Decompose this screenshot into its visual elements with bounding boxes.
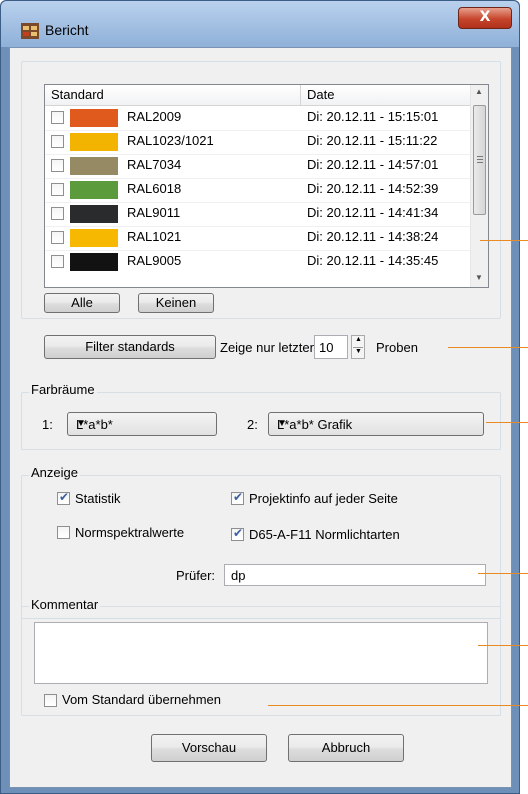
callout-line-vom-standard: [268, 705, 528, 706]
display-title: Anzeige: [29, 465, 80, 480]
list-item[interactable]: RAL6018 Di: 20.12.11 - 14:52:39: [45, 178, 473, 203]
standard-date: Di: 20.12.11 - 14:38:24: [307, 229, 439, 244]
projektinfo-checkbox[interactable]: [231, 490, 244, 505]
color-swatch: [70, 109, 118, 127]
color-swatch: [70, 253, 118, 271]
spin-up-icon[interactable]: ▲: [355, 336, 362, 343]
list-item[interactable]: RAL7034 Di: 20.12.11 - 14:57:01: [45, 154, 473, 179]
d65-label[interactable]: D65-A-F11 Normlichtarten: [249, 527, 400, 542]
select-all-button[interactable]: Alle: [44, 293, 120, 313]
row-checkbox[interactable]: [51, 135, 64, 148]
d65-checkbox[interactable]: [231, 526, 244, 541]
dialog-client-area: Standard Date RAL2009 Di: 20.12.11 - 15:1…: [9, 47, 512, 788]
preview-button[interactable]: Vorschau: [151, 734, 267, 762]
standards-list[interactable]: Standard Date RAL2009 Di: 20.12.11 - 15:1…: [44, 84, 489, 288]
dialog-window: Bericht X Standard Date RAL2009 Di: 20.12…: [0, 0, 520, 794]
standard-name: RAL9011: [127, 205, 181, 220]
list-item[interactable]: RAL1023/1021 Di: 20.12.11 - 15:11:22: [45, 130, 473, 155]
list-scrollbar[interactable]: ▲ ▼: [470, 85, 488, 287]
row-checkbox[interactable]: [51, 207, 64, 220]
filter-prefix-label: Zeige nur letzten: [220, 340, 317, 355]
pruefer-label: Prüfer:: [176, 568, 216, 583]
filter-suffix-label: Proben: [376, 340, 418, 355]
color-swatch: [70, 229, 118, 247]
standard-name: RAL2009: [127, 109, 182, 124]
standard-name: RAL9005: [127, 253, 182, 268]
standard-date: Di: 20.12.11 - 15:15:01: [307, 109, 439, 124]
callout-line-color-spaces: [486, 422, 528, 423]
standard-date: Di: 20.12.11 - 15:11:22: [307, 133, 438, 148]
vom-standard-checkbox[interactable]: [44, 694, 57, 707]
column-header-date[interactable]: Date: [301, 85, 473, 105]
list-item[interactable]: RAL2009 Di: 20.12.11 - 15:15:01: [45, 106, 473, 131]
color-swatch: [70, 133, 118, 151]
close-button[interactable]: X: [458, 7, 512, 29]
callout-line-comment: [478, 645, 528, 646]
scroll-down-icon[interactable]: ▼: [475, 273, 483, 282]
row-checkbox[interactable]: [51, 159, 64, 172]
projektinfo-label[interactable]: Projektinfo auf jeder Seite: [249, 491, 398, 506]
title-bar[interactable]: Bericht X: [1, 1, 519, 47]
filter-standards-button[interactable]: Filter standards: [44, 335, 216, 359]
column-header-standard[interactable]: Standard: [45, 85, 301, 105]
row-checkbox[interactable]: [51, 111, 64, 124]
cancel-button[interactable]: Abbruch: [288, 734, 404, 762]
callout-line-list: [480, 240, 528, 241]
normspektral-checkbox[interactable]: [57, 526, 70, 539]
standard-name: RAL6018: [127, 181, 182, 196]
vom-standard-label[interactable]: Vom Standard übernehmen: [62, 692, 221, 707]
close-icon: X: [479, 9, 491, 25]
statistik-checkbox[interactable]: [57, 490, 70, 505]
sample-count-spinner[interactable]: ▲ ▼: [351, 335, 365, 359]
color-space-1-label: 1:: [42, 417, 53, 432]
list-item[interactable]: RAL1021 Di: 20.12.11 - 14:38:24: [45, 226, 473, 251]
callout-line-filter: [448, 347, 528, 348]
color-swatch: [70, 181, 118, 199]
list-item[interactable]: RAL9011 Di: 20.12.11 - 14:41:34: [45, 202, 473, 227]
window-title: Bericht: [45, 22, 89, 38]
row-checkbox[interactable]: [51, 231, 64, 244]
pruefer-input[interactable]: dp: [224, 564, 486, 586]
comment-input[interactable]: [34, 622, 488, 684]
select-none-button[interactable]: Keinen: [138, 293, 214, 313]
callout-line-pruefer: [478, 573, 528, 574]
color-swatch: [70, 157, 118, 175]
standard-date: Di: 20.12.11 - 14:35:45: [307, 253, 439, 268]
color-swatch: [70, 205, 118, 223]
standard-name: RAL1021: [127, 229, 182, 244]
standard-date: Di: 20.12.11 - 14:57:01: [307, 157, 439, 172]
chevron-down-icon: ▼: [277, 418, 287, 429]
color-space-2-select[interactable]: L*a*b* Grafik ▼: [268, 412, 484, 436]
list-header: Standard Date: [45, 85, 473, 106]
sample-count-input[interactable]: 10: [314, 335, 348, 359]
row-checkbox[interactable]: [51, 183, 64, 196]
color-spaces-title: Farbräume: [29, 382, 97, 397]
comment-title: Kommentar: [29, 597, 101, 612]
row-checkbox[interactable]: [51, 255, 64, 268]
normspektral-label[interactable]: Normspektralwerte: [75, 525, 184, 540]
chevron-down-icon: ▼: [76, 418, 86, 429]
report-icon: [21, 23, 39, 39]
statistik-label[interactable]: Statistik: [75, 491, 121, 506]
standard-name: RAL1023/1021: [127, 133, 214, 148]
scroll-up-icon[interactable]: ▲: [475, 87, 483, 96]
list-item[interactable]: RAL9005 Di: 20.12.11 - 14:35:45: [45, 250, 473, 274]
color-space-1-select[interactable]: L*a*b* ▼: [67, 412, 217, 436]
color-space-2-label: 2:: [247, 417, 258, 432]
standard-date: Di: 20.12.11 - 14:52:39: [307, 181, 439, 196]
standard-date: Di: 20.12.11 - 14:41:34: [307, 205, 439, 220]
standard-name: RAL7034: [127, 157, 182, 172]
scroll-thumb[interactable]: [473, 105, 486, 215]
spin-down-icon[interactable]: ▼: [355, 348, 362, 355]
